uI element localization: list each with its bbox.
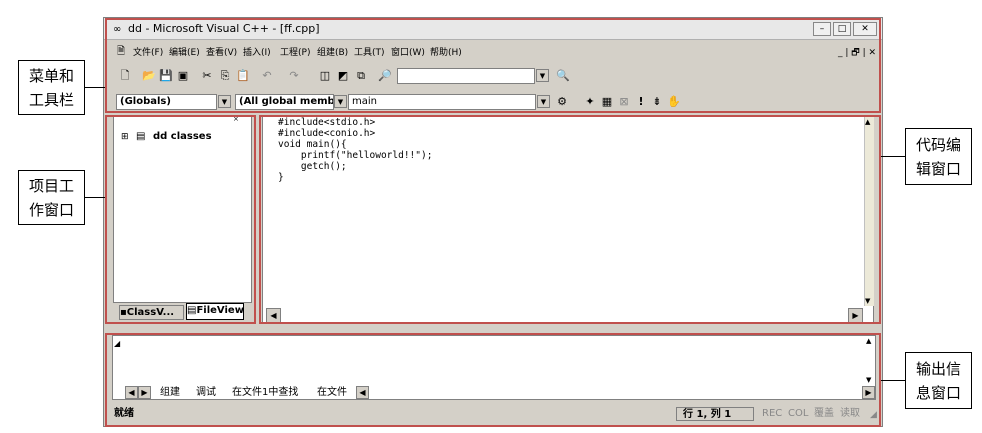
callout-line-output (881, 380, 905, 381)
highlight-code-window (259, 115, 881, 324)
callout-line-project (85, 197, 105, 198)
callout-line-code (881, 156, 905, 157)
label-output-window: 输出信 息窗口 (905, 352, 972, 409)
label-code-window: 代码编 辑窗口 (905, 128, 972, 185)
highlight-output-window (105, 333, 881, 427)
callout-line-menu (85, 87, 105, 88)
highlight-project-window (105, 115, 256, 324)
highlight-menu-toolbar (105, 18, 881, 113)
label-menu-toolbar: 菜单和 工具栏 (18, 60, 85, 115)
label-project-window: 项目工 作窗口 (18, 170, 85, 225)
